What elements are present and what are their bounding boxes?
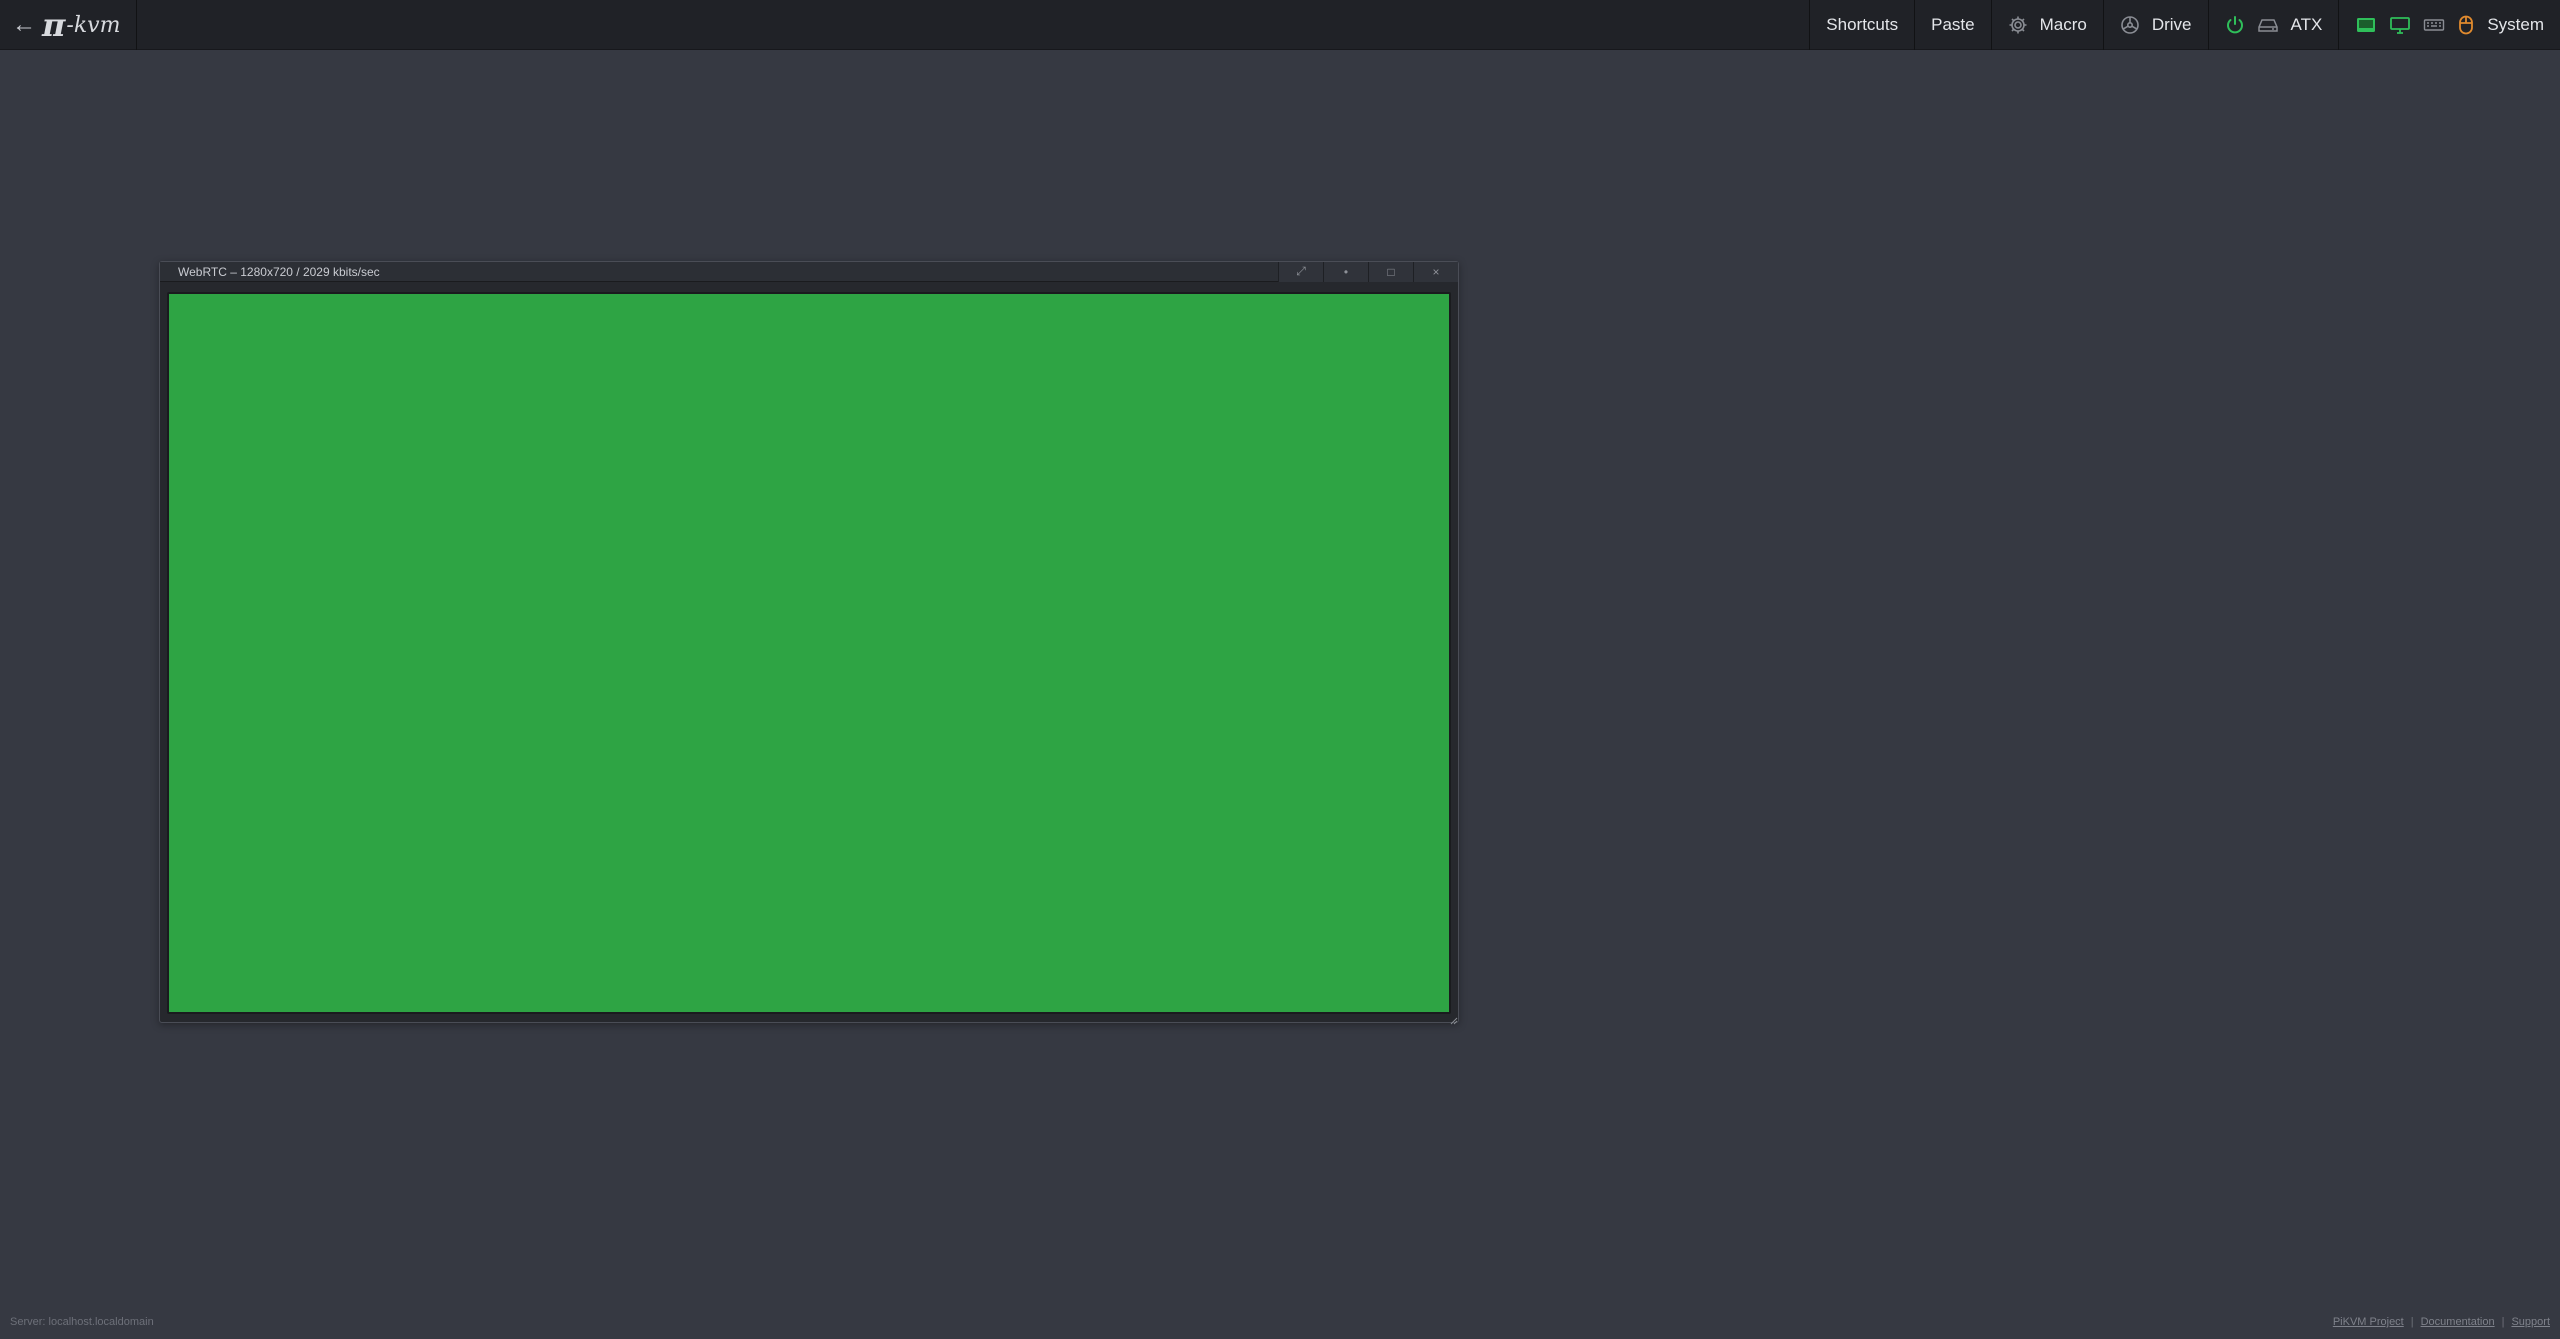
support-link[interactable]: Support [2511,1316,2550,1328]
close-icon: × [1432,264,1440,279]
stream-frame [167,292,1451,1014]
footer-separator: | [2410,1316,2414,1328]
stream-window[interactable]: WebRTC – 1280x720 / 2029 kbits/sec ⤢ • □… [159,261,1459,1025]
macro-label: Macro [2039,15,2087,34]
keyboard-icon [2423,15,2445,35]
server-info: Server: localhost.localdomain [10,1316,154,1328]
power-led-icon [2225,15,2245,35]
documentation-link[interactable]: Documentation [2421,1316,2495,1328]
paste-menu-button[interactable]: Paste [1914,0,1990,50]
system-menu-button[interactable]: System [2338,0,2560,50]
system-label: System [2487,15,2544,34]
stream-video-area[interactable] [169,294,1449,1012]
shortcuts-menu-button[interactable]: Shortcuts [1809,0,1914,50]
paste-label: Paste [1931,15,1975,34]
drive-menu-button[interactable]: Drive [2102,0,2208,50]
disc-drive-icon [2120,15,2140,35]
maximize-icon: □ [1387,264,1395,279]
logo-pi-glyph: π [42,6,66,44]
window-controls: ⤢ • □ × [1278,261,1458,282]
shortcuts-label: Shortcuts [1826,15,1899,34]
close-button[interactable]: × [1413,261,1458,282]
home-logo-link[interactable]: ← π -kvm [0,0,138,50]
mouse-icon [2457,15,2475,35]
footer-separator: | [2501,1316,2505,1328]
minimize-button[interactable]: • [1323,261,1368,282]
back-arrow-icon: ← [12,11,36,38]
atx-menu-button[interactable]: ATX [2207,0,2339,50]
macro-menu-button[interactable]: Macro [1990,0,2103,50]
menu-spacer [137,0,1809,49]
logo-text: -kvm [66,12,121,38]
resize-grip-icon[interactable] [1448,1012,1458,1025]
pikvm-project-link[interactable]: PiKVM Project [2333,1316,2404,1328]
atx-label: ATX [2290,15,2323,34]
expand-button[interactable]: ⤢ [1278,261,1323,282]
top-menu-bar: ← π -kvm Shortcuts Paste Macro Drive ATX… [0,0,2560,50]
monitor-icon [2389,15,2411,35]
maximize-button[interactable]: □ [1368,261,1413,282]
minimize-icon: • [1343,264,1349,279]
expand-icon: ⤢ [1296,264,1306,278]
footer-links: PiKVM Project | Documentation | Support [2333,1316,2550,1328]
hdd-led-icon [2257,15,2279,35]
stream-status-icon [2355,15,2377,35]
drive-label: Drive [2151,15,2192,34]
stream-window-header[interactable]: WebRTC – 1280x720 / 2029 kbits/sec ⤢ • □… [160,261,1458,282]
gear-icon [2008,15,2028,35]
stream-window-title: WebRTC – 1280x720 / 2029 kbits/sec [178,264,380,279]
